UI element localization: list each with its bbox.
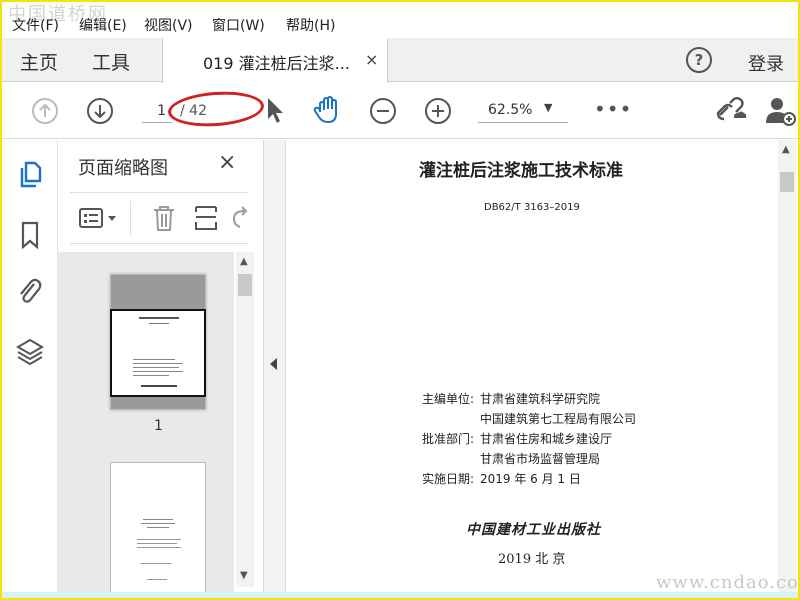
info-value-editor-2: 中国建筑第七工程局有限公司	[480, 412, 637, 426]
thumbnail-panel: 页面缩略图 × 1 ▲ ▼	[58, 140, 264, 598]
add-user-icon[interactable]	[764, 95, 796, 127]
info-label-approver: 批准部门:	[422, 432, 475, 446]
rotate-icon[interactable]	[230, 205, 248, 231]
watermark-bottom: www.cndao.com	[656, 572, 799, 593]
menu-window[interactable]: 窗口(W)	[212, 15, 265, 35]
panel-collapse-handle[interactable]	[264, 140, 286, 598]
chevron-down-icon: ▼	[544, 101, 553, 114]
menu-view[interactable]: 视图(V)	[144, 15, 193, 35]
thumbnail-page-1[interactable]	[110, 274, 206, 410]
zoom-out-icon[interactable]	[370, 98, 396, 124]
more-options-button[interactable]: •••	[594, 97, 632, 121]
info-value-approver-1: 甘肃省住房和城乡建设厅	[480, 432, 613, 446]
arrow-up-icon[interactable]	[32, 98, 58, 124]
thumbnail-page-number: 1	[154, 418, 163, 434]
info-label-date: 实施日期:	[422, 472, 475, 486]
thumbnail-toolbar	[70, 192, 248, 244]
doc-scroll-up-icon[interactable]: ▲	[782, 144, 790, 155]
login-button[interactable]: 登录	[748, 50, 784, 76]
status-strip	[2, 592, 798, 598]
document-standard-code: DB62/T 3163–2019	[484, 202, 580, 213]
toolbar: 1 / 42 62.5% ▼ •••	[2, 83, 798, 139]
info-value-editor-1: 甘肃省建筑科学研究院	[480, 392, 601, 406]
tab-document[interactable]: 019 灌注桩后注浆... ×	[162, 38, 388, 83]
info-value-approver-2: 甘肃省市场监督管理局	[480, 452, 601, 466]
arrow-down-icon[interactable]	[87, 98, 113, 124]
publisher-name: 中国建材工业出版社	[466, 522, 601, 538]
thumbnail-options-icon[interactable]	[78, 207, 122, 231]
thumbnail-scroll-thumb[interactable]	[238, 274, 252, 296]
scroll-up-icon[interactable]: ▲	[240, 256, 248, 267]
app-window: 中国道桥网 文件(F) 编辑(E) 视图(V) 窗口(W) 帮助(H) 主页 工…	[0, 0, 800, 600]
tab-bar: 主页 工具 019 灌注桩后注浆... × ? 登录	[2, 38, 798, 83]
close-icon[interactable]: ×	[218, 150, 236, 175]
toolbar-divider	[130, 201, 131, 235]
menu-file[interactable]: 文件(F)	[12, 15, 59, 35]
document-title: 灌注桩后注浆施工技术标准	[419, 161, 623, 181]
delete-icon[interactable]	[150, 203, 178, 233]
navigation-rail	[2, 140, 58, 598]
document-scrollbar[interactable]: ▲	[778, 140, 796, 596]
bookmark-icon[interactable]	[16, 220, 44, 250]
menu-edit[interactable]: 编辑(E)	[79, 15, 127, 35]
share-link-icon[interactable]	[714, 95, 748, 127]
help-button[interactable]: ?	[686, 47, 712, 73]
pointer-icon[interactable]	[264, 95, 286, 125]
layers-icon[interactable]	[16, 336, 44, 366]
menu-help[interactable]: 帮助(H)	[286, 15, 335, 35]
chevron-left-icon	[270, 358, 277, 370]
doc-scroll-thumb[interactable]	[780, 172, 794, 192]
tab-close-icon[interactable]: ×	[365, 50, 378, 69]
zoom-in-icon[interactable]	[425, 98, 451, 124]
tab-home[interactable]: 主页	[20, 48, 58, 75]
info-label-editor: 主编单位:	[422, 392, 475, 406]
thumbnail-scrollbar[interactable]: ▲ ▼	[236, 252, 254, 587]
extract-page-icon[interactable]	[192, 203, 220, 233]
tab-document-label: 019 灌注桩后注浆...	[203, 54, 350, 73]
pages-icon[interactable]	[16, 160, 44, 190]
info-value-date: 2019 年 6 月 1 日	[480, 472, 581, 486]
zoom-select[interactable]: 62.5% ▼	[478, 99, 568, 123]
publication-year-city: 2019 北 京	[498, 552, 566, 567]
hand-icon[interactable]	[312, 94, 344, 126]
menu-bar: 中国道桥网 文件(F) 编辑(E) 视图(V) 窗口(W) 帮助(H)	[2, 2, 798, 38]
scroll-down-icon[interactable]: ▼	[240, 570, 248, 581]
tab-tools[interactable]: 工具	[92, 48, 130, 75]
document-view: 灌注桩后注浆施工技术标准 DB62/T 3163–2019 主编单位: 甘肃省建…	[286, 140, 798, 598]
zoom-value: 62.5%	[488, 102, 533, 118]
thumbnail-panel-title: 页面缩略图	[78, 158, 168, 179]
paperclip-icon[interactable]	[16, 276, 44, 306]
thumbnail-list: 1	[58, 252, 234, 597]
thumbnail-page-2[interactable]	[110, 462, 206, 597]
red-annotation-ellipse	[166, 88, 266, 130]
